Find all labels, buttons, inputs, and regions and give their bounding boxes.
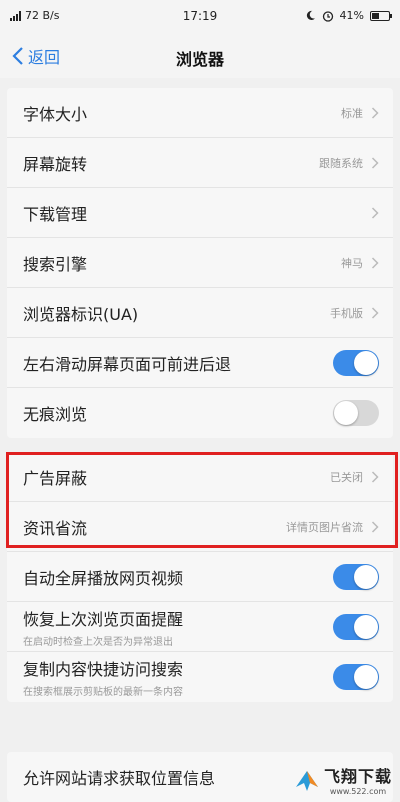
row-label: 左右滑动屏幕页面可前进后退 <box>23 354 232 374</box>
row-label: 广告屏蔽 <box>23 468 88 488</box>
chevron-right-icon <box>371 156 379 169</box>
row-sublabel: 在启动时检查上次是否为异常退出 <box>23 636 173 648</box>
watermark: 飞翔下载 www.522.com <box>294 763 392 796</box>
settings-row[interactable]: 屏幕旋转 跟随系统 <box>7 138 393 188</box>
row-label-wrap: 下载管理 <box>23 201 371 225</box>
row-label-wrap: 恢复上次浏览页面提醒在启动时检查上次是否为异常退出 <box>23 606 333 648</box>
settings-group-general: 字体大小 标准屏幕旋转 跟随系统下载管理搜索引擎 神马浏览器标识(UA) 手机版左右滑动… <box>7 88 393 438</box>
chevron-right-icon <box>371 256 379 269</box>
watermark-url: www.522.com <box>329 787 387 796</box>
toggle-switch[interactable] <box>333 613 379 640</box>
row-label: 自动全屏播放网页视频 <box>23 568 184 588</box>
row-value: 手机版 <box>330 306 363 320</box>
row-label: 屏幕旋转 <box>23 154 88 174</box>
row-label: 下载管理 <box>23 204 88 224</box>
row-label: 搜索引擎 <box>23 254 88 274</box>
toggle-switch[interactable] <box>333 400 379 426</box>
toggle-switch[interactable] <box>333 664 379 690</box>
row-label: 复制内容快捷访问搜索 <box>23 660 184 679</box>
page-title: 浏览器 <box>175 50 224 69</box>
settings-row[interactable]: 恢复上次浏览页面提醒在启动时检查上次是否为异常退出 <box>7 602 393 652</box>
nav-bar: 返回 浏览器 <box>0 34 400 78</box>
toggle-knob <box>354 564 378 589</box>
chevron-right-icon <box>371 206 379 219</box>
row-label-wrap: 浏览器标识(UA) <box>23 301 330 325</box>
status-bar: 72 B/s 17:19 41% <box>0 0 400 34</box>
settings-group-content: 广告屏蔽 已关闭资讯省流 详情页图片省流自动全屏播放网页视频 恢复上次浏览页面提醒在启… <box>7 452 393 702</box>
row-label-wrap: 搜索引擎 <box>23 251 341 275</box>
chevron-right-icon <box>371 520 379 533</box>
row-label-wrap: 无痕浏览 <box>23 401 333 425</box>
row-label-wrap: 广告屏蔽 <box>23 465 330 489</box>
row-label: 资讯省流 <box>23 518 88 538</box>
toggle-knob <box>354 350 378 375</box>
toggle-switch[interactable] <box>333 563 379 590</box>
row-label-wrap: 自动全屏播放网页视频 <box>23 565 333 589</box>
battery-icon <box>370 10 392 21</box>
toggle-knob <box>354 614 378 639</box>
settings-row[interactable]: 字体大小 标准 <box>7 88 393 138</box>
row-value: 标准 <box>341 106 363 120</box>
chevron-right-icon <box>371 470 379 483</box>
settings-row[interactable]: 资讯省流 详情页图片省流 <box>7 502 393 552</box>
row-label: 字体大小 <box>23 104 88 124</box>
settings-row[interactable]: 自动全屏播放网页视频 <box>7 552 393 602</box>
settings-row[interactable]: 左右滑动屏幕页面可前进后退 <box>7 338 393 388</box>
toggle-knob <box>334 401 358 425</box>
status-right: 41% <box>305 9 392 22</box>
row-value: 详情页图片省流 <box>286 520 363 534</box>
row-value: 已关闭 <box>330 470 363 484</box>
settings-row[interactable]: 无痕浏览 <box>7 388 393 438</box>
settings-row[interactable]: 搜索引擎 神马 <box>7 238 393 288</box>
row-label-wrap: 屏幕旋转 <box>23 151 319 175</box>
row-label: 恢复上次浏览页面提醒 <box>23 609 184 629</box>
battery-fill <box>372 12 379 19</box>
row-label-wrap: 字体大小 <box>23 101 341 125</box>
row-value: 跟随系统 <box>319 156 363 170</box>
settings-row[interactable]: 复制内容快捷访问搜索在搜索框展示剪贴板的最新一条内容 <box>7 652 393 702</box>
row-label-wrap: 资讯省流 <box>23 515 286 539</box>
alarm-icon <box>322 10 333 22</box>
row-label-wrap: 左右滑动屏幕页面可前进后退 <box>23 351 333 375</box>
watermark-text: 飞翔下载 <box>323 767 392 786</box>
toggle-knob <box>354 665 378 689</box>
row-label-wrap: 复制内容快捷访问搜索在搜索框展示剪贴板的最新一条内容 <box>23 656 333 698</box>
watermark-logo-icon <box>295 770 318 791</box>
battery-percent: 41% <box>339 9 364 22</box>
chevron-right-icon <box>371 106 379 119</box>
row-sublabel: 在搜索框展示剪贴板的最新一条内容 <box>23 687 183 698</box>
row-label: 浏览器标识(UA) <box>23 304 139 324</box>
settings-row[interactable]: 浏览器标识(UA) 手机版 <box>7 288 393 338</box>
settings-row[interactable]: 广告屏蔽 已关闭 <box>7 452 393 502</box>
settings-row[interactable]: 下载管理 <box>7 188 393 238</box>
toggle-switch[interactable] <box>333 349 379 376</box>
moon-icon <box>306 10 315 21</box>
chevron-right-icon <box>371 306 379 319</box>
row-value: 神马 <box>341 256 363 270</box>
row-label: 无痕浏览 <box>23 405 88 424</box>
